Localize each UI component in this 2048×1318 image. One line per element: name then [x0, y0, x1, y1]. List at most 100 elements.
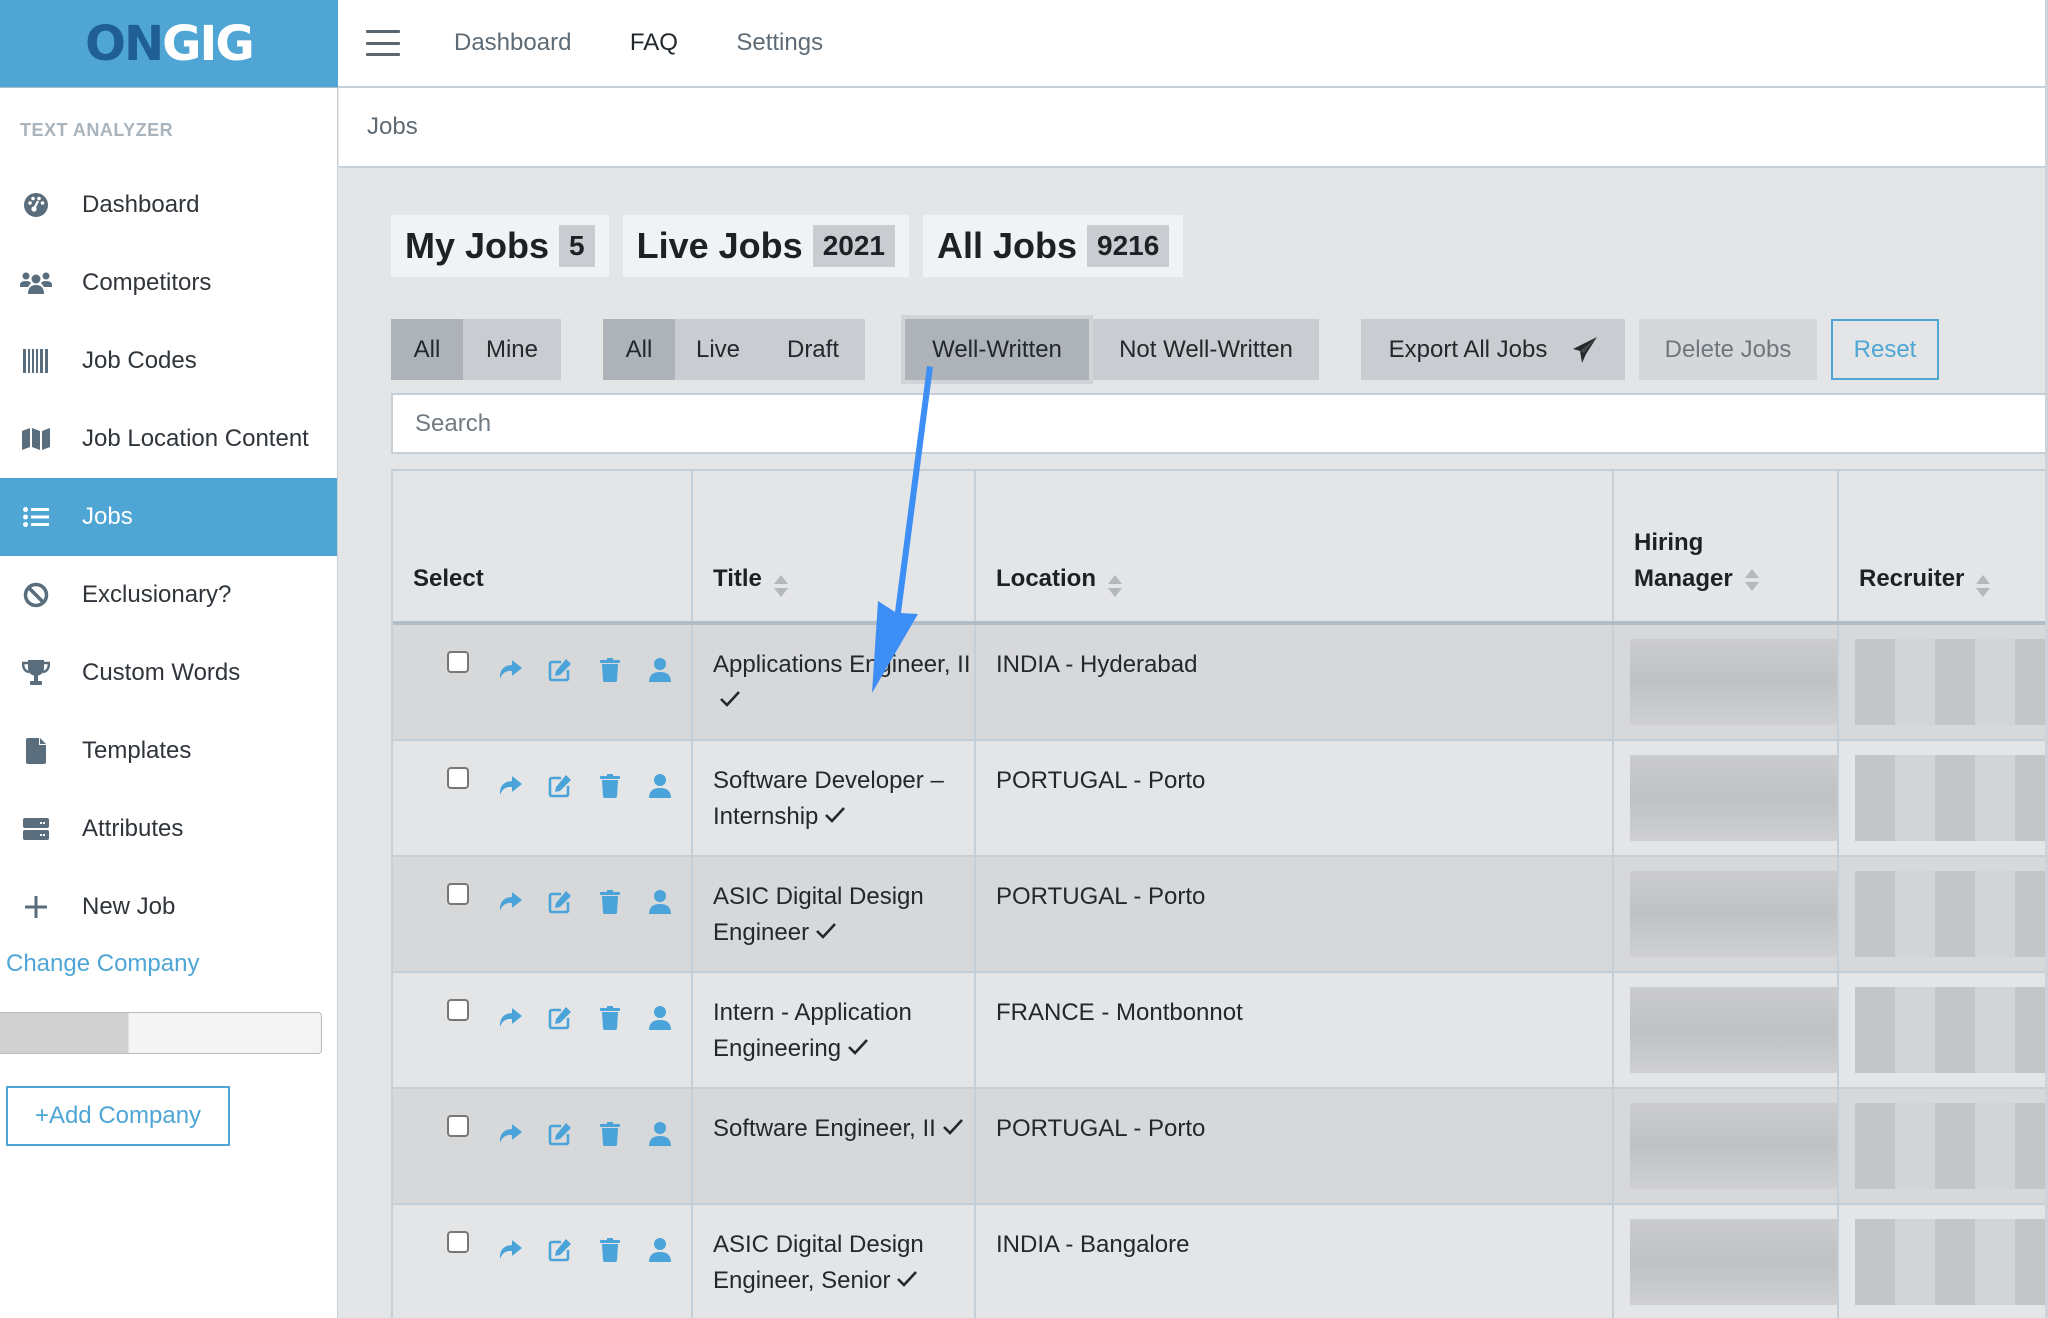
user-icon[interactable] — [635, 655, 685, 685]
check-icon — [942, 1111, 964, 1147]
delete-jobs-button[interactable]: Delete Jobs — [1639, 319, 1817, 380]
edit-icon[interactable] — [535, 1235, 585, 1265]
paper-plane-icon — [1573, 336, 1598, 363]
recruiter-cell-redacted — [1839, 857, 2048, 971]
share-icon[interactable] — [485, 887, 535, 917]
nav-settings[interactable]: Settings — [736, 29, 823, 56]
row-checkbox[interactable] — [447, 1115, 469, 1137]
sort-icon[interactable] — [773, 575, 788, 597]
col-location[interactable]: Location — [976, 471, 1614, 621]
sort-icon[interactable] — [1108, 575, 1122, 597]
reset-button[interactable]: Reset — [1831, 319, 1939, 380]
hamburger-menu-icon[interactable] — [366, 30, 400, 56]
edit-icon[interactable] — [535, 1003, 585, 1033]
tab-label: Live Jobs — [636, 225, 803, 266]
sidebar-item-attributes[interactable]: Attributes — [0, 790, 337, 868]
job-location: INDIA - Bangalore — [996, 1231, 1190, 1258]
user-icon[interactable] — [635, 1003, 685, 1033]
share-icon[interactable] — [485, 655, 535, 685]
select-cell — [393, 1089, 693, 1203]
tab-my-jobs[interactable]: My Jobs 5 — [391, 215, 609, 277]
sidebar-item-custom-words[interactable]: Custom Words — [0, 634, 337, 712]
sidebar-item-new-job[interactable]: New Job — [0, 868, 337, 946]
barcode-icon — [20, 345, 52, 377]
filter-owner-all[interactable]: All — [391, 319, 463, 380]
row-checkbox[interactable] — [447, 767, 469, 789]
trash-icon[interactable] — [585, 1235, 635, 1265]
redacted-block — [1855, 755, 2047, 841]
job-title[interactable]: ASIC Digital Design Engineer, Senior — [713, 1231, 924, 1294]
row-checkbox[interactable] — [447, 651, 469, 673]
owner-filter-group: All Mine — [391, 319, 561, 380]
nav-faq[interactable]: FAQ — [630, 29, 678, 56]
table-body: Applications Engineer, II INDIA - Hydera… — [393, 625, 2048, 1318]
check-icon — [824, 799, 846, 835]
trash-icon[interactable] — [585, 1003, 635, 1033]
filter-status-live[interactable]: Live — [675, 319, 761, 380]
recruiter-cell-redacted — [1839, 1205, 2048, 1318]
logo-area[interactable]: ONGIG — [0, 0, 338, 88]
job-location: INDIA - Hyderabad — [996, 651, 1198, 678]
trash-icon[interactable] — [585, 771, 635, 801]
user-icon[interactable] — [635, 887, 685, 917]
trash-icon[interactable] — [585, 1119, 635, 1149]
job-title[interactable]: Software Engineer, II — [713, 1115, 936, 1142]
row-checkbox[interactable] — [447, 883, 469, 905]
trash-icon[interactable] — [585, 655, 635, 685]
sidebar-item-label: New Job — [82, 893, 176, 920]
well-written-focus: Well-Written — [901, 315, 1093, 384]
filter-status-draft[interactable]: Draft — [761, 319, 865, 380]
user-icon[interactable] — [635, 771, 685, 801]
sidebar-item-label: Job Codes — [82, 347, 197, 374]
row-checkbox[interactable] — [447, 999, 469, 1021]
export-all-jobs-button[interactable]: Export All Jobs — [1361, 319, 1625, 380]
sidebar-item-dashboard[interactable]: Dashboard — [0, 166, 337, 244]
share-icon[interactable] — [485, 1003, 535, 1033]
hiring-manager-cell-redacted — [1614, 625, 1839, 739]
job-title[interactable]: Applications Engineer, II — [713, 651, 971, 678]
edit-icon[interactable] — [535, 1119, 585, 1149]
status-filter-group: All Live — [603, 319, 761, 380]
sidebar-item-templates[interactable]: Templates — [0, 712, 337, 790]
user-icon[interactable] — [635, 1119, 685, 1149]
sort-icon[interactable] — [1744, 568, 1759, 591]
location-cell: PORTUGAL - Porto — [976, 1089, 1614, 1203]
filter-not-well-written[interactable]: Not Well-Written — [1093, 319, 1319, 380]
change-company-link[interactable]: Change Company — [0, 950, 337, 994]
col-hiring-manager[interactable]: Hiring Manager — [1614, 471, 1839, 621]
edit-icon[interactable] — [535, 887, 585, 917]
sidebar-item-jobs[interactable]: Jobs — [0, 478, 337, 556]
filter-well-written[interactable]: Well-Written — [905, 319, 1089, 380]
sidebar-item-competitors[interactable]: Competitors — [0, 244, 337, 322]
search-input[interactable] — [391, 393, 2048, 454]
col-title[interactable]: Title — [693, 471, 976, 621]
sort-icon[interactable] — [1976, 575, 1991, 597]
tab-label: All Jobs — [936, 225, 1078, 266]
job-title[interactable]: Intern - Application Engineering — [713, 999, 912, 1062]
trophy-icon — [20, 657, 52, 689]
sidebar-item-job-location-content[interactable]: Job Location Content — [0, 400, 337, 478]
share-icon[interactable] — [485, 771, 535, 801]
share-icon[interactable] — [485, 1235, 535, 1265]
filter-owner-mine[interactable]: Mine — [463, 319, 561, 380]
add-company-button[interactable]: +Add Company — [6, 1086, 230, 1146]
edit-icon[interactable] — [535, 655, 585, 685]
sidebar-item-job-codes[interactable]: Job Codes — [0, 322, 337, 400]
trash-icon[interactable] — [585, 887, 635, 917]
filter-status-all[interactable]: All — [603, 319, 675, 380]
col-recruiter[interactable]: Recruiter — [1839, 471, 2048, 621]
tab-all-jobs[interactable]: All Jobs 9216 — [922, 215, 1184, 277]
nav-dashboard[interactable]: Dashboard — [454, 29, 571, 56]
sidebar-item-exclusionary[interactable]: Exclusionary? — [0, 556, 337, 634]
edit-icon[interactable] — [535, 771, 585, 801]
redacted-block — [1855, 871, 2047, 957]
share-icon[interactable] — [485, 1119, 535, 1149]
redacted-block — [1855, 987, 2047, 1073]
tab-live-jobs[interactable]: Live Jobs 2021 — [622, 215, 909, 277]
user-icon[interactable] — [635, 1235, 685, 1265]
row-checkbox[interactable] — [447, 1231, 469, 1253]
company-select-redacted[interactable] — [0, 1012, 322, 1054]
sidebar-item-label: Templates — [82, 737, 192, 764]
server-icon — [20, 813, 52, 845]
status-filter-group-cont: Draft — [761, 319, 865, 380]
